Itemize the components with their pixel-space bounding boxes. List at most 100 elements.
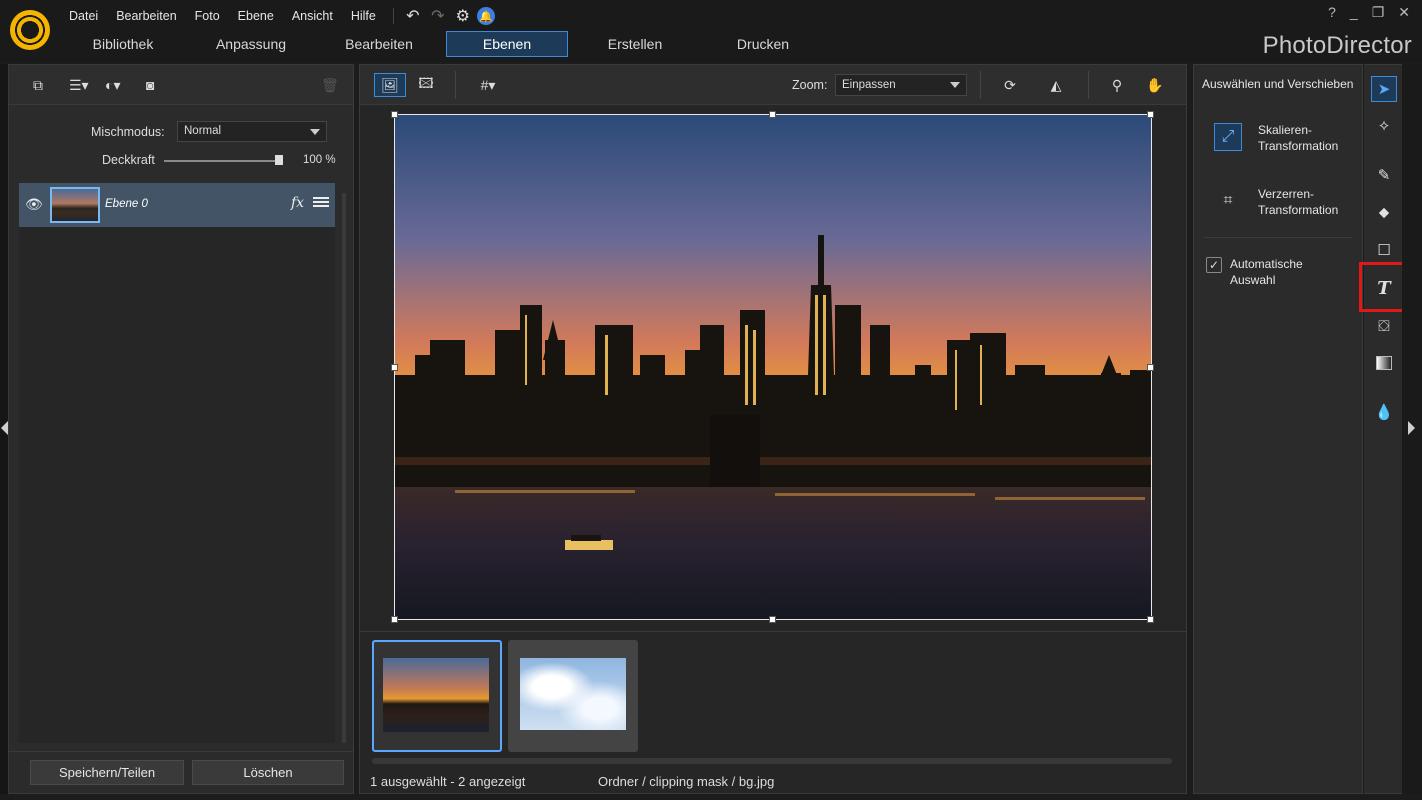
layer-menu-icon[interactable]: ☰▾ [69,76,89,94]
add-layer-icon[interactable]: ⧉ [33,76,43,94]
transform-handle[interactable] [1147,616,1154,623]
tab-anpassung[interactable]: Anpassung [190,31,312,57]
chevron-down-icon [950,82,960,88]
opacity-label: Deckkraft [102,153,155,167]
chevron-right-icon [1408,421,1415,435]
filmstrip-scrollbar[interactable] [372,758,1172,764]
trash-icon[interactable]: 🗑 [321,76,339,94]
transform-handle[interactable] [769,616,776,623]
adjustment-layer-icon[interactable]: ◐▾ [105,76,120,94]
opacity-slider-track[interactable] [164,160,281,162]
help-button[interactable]: ? [1328,4,1336,21]
zoom-label: Zoom: [792,78,828,92]
delete-button[interactable]: Löschen [192,760,344,785]
scale-transform-option[interactable]: ⤢ Skalieren- Transformation [1214,117,1354,157]
pen-icon[interactable]: ✎ [1371,162,1397,188]
layer-list: 👁 Ebene 0 fx [19,183,335,743]
module-tabs: Bibliothek Anpassung Bearbeiten Ebenen E… [62,31,830,57]
menu-bearbeiten[interactable]: Bearbeiten [107,9,185,23]
rectangle-icon[interactable]: ☐ [1371,237,1397,263]
slider-line [313,197,329,199]
tab-drucken[interactable]: Drucken [702,31,824,57]
status-bar: 1 ausgewählt - 2 angezeigt Ordner / clip… [360,771,1186,793]
toolbar-divider [1088,71,1089,99]
menu-hilfe[interactable]: Hilfe [342,9,385,23]
panel-divider [1204,237,1352,238]
eraser-icon[interactable]: ⬥ [1371,199,1397,225]
brush-stamp-icon[interactable]: ✧ [1371,113,1397,139]
grid-icon[interactable]: #▾ [468,73,508,97]
minimize-button[interactable]: _ [1350,4,1358,21]
selection-count: 1 ausgewählt - 2 angezeigt [370,774,526,789]
single-view-icon[interactable]: 🖼 [374,73,406,97]
app-logo-icon [10,10,50,50]
transform-handle[interactable] [1147,111,1154,118]
arrow-pointer-icon[interactable]: ➤ [1371,76,1397,102]
rotate-icon[interactable]: ⟳ [992,73,1028,97]
droplet-icon[interactable]: 💧 [1371,399,1397,425]
window-controls: ? _ ❐ ✕ [1328,4,1410,21]
tab-bibliothek[interactable]: Bibliothek [62,31,184,57]
gradient-icon[interactable] [1371,350,1397,376]
blend-mode-select[interactable]: Normal [177,121,327,142]
zoom-magnifier-icon[interactable]: ⚲ [1100,73,1134,97]
auto-select-label[interactable]: Automatische Auswahl [1230,256,1303,288]
fx-effects-icon[interactable]: fx [291,195,304,211]
paint-bucket-icon[interactable]: ⛋ [1371,313,1397,339]
tool-options-panel: Auswählen und Verschieben ⤢ Skalieren- T… [1193,64,1363,794]
menu-foto[interactable]: Foto [186,9,229,23]
layer-name[interactable]: Ebene 0 [105,198,148,210]
zoom-select[interactable]: Einpassen [835,74,967,96]
layer-settings-sliders-icon[interactable] [313,195,329,211]
left-panel-collapse-handle[interactable] [0,64,8,794]
layer-mask-icon[interactable]: ◙ [146,76,154,94]
auto-select-line1: Automatische [1230,257,1303,271]
maximize-button[interactable]: ❐ [1372,4,1385,21]
photo-canvas[interactable] [394,114,1152,620]
distort-transform-line2: Transformation [1258,203,1339,217]
layers-panel: ⧉ ☰▾ ◐▾ ◙ 🗑 Mischmodus: Normal Deckkraft… [8,64,354,794]
distort-transform-icon[interactable]: ⌗ [1214,187,1242,215]
layer-list-scrollbar[interactable] [342,193,346,743]
eye-visibility-icon[interactable]: 👁 [25,196,43,213]
transform-handle[interactable] [391,616,398,623]
film-item-skyline[interactable] [372,640,502,752]
compare-view-icon[interactable]: 🖾 [410,73,442,97]
undo-icon[interactable]: ↶ [402,6,424,26]
menu-ansicht[interactable]: Ansicht [283,9,342,23]
chevron-down-icon [310,129,320,135]
distort-transform-line1: Verzerren- [1258,187,1315,201]
toolbar-divider [980,71,981,99]
close-button[interactable]: ✕ [1398,4,1410,21]
layer-row[interactable]: 👁 Ebene 0 fx [19,183,335,227]
menu-datei[interactable]: Datei [60,9,107,23]
scale-transform-label: Skalieren- Transformation [1258,122,1338,154]
tab-bearbeiten[interactable]: Bearbeiten [318,31,440,57]
settings-gear-icon[interactable]: ⚙ [452,6,474,26]
redo-icon[interactable]: ↷ [427,6,449,26]
transform-handle[interactable] [1147,364,1154,371]
layers-footer: Speichern/Teilen Löschen [9,751,353,793]
layer-thumbnail[interactable] [50,187,100,223]
scale-transform-icon[interactable]: ⤢ [1214,123,1242,151]
opacity-value: 100 % [303,154,336,166]
tab-ebenen[interactable]: Ebenen [446,31,568,57]
auto-select-checkbox[interactable]: ✓ [1206,257,1222,273]
opacity-slider-handle[interactable] [275,155,283,165]
notification-bell-icon[interactable]: 🔔 [476,7,495,25]
menu-ebene[interactable]: Ebene [229,9,283,23]
right-panel-collapse-handle[interactable] [1402,64,1422,794]
app-title: PhotoDirector [1262,32,1412,59]
toolbar-divider [455,71,456,99]
transform-handle[interactable] [391,364,398,371]
menu-divider [392,8,394,24]
save-share-button[interactable]: Speichern/Teilen [30,760,184,785]
transform-handle[interactable] [769,111,776,118]
tab-erstellen[interactable]: Erstellen [574,31,696,57]
flip-icon[interactable]: ◭ [1038,73,1074,97]
hand-pan-icon[interactable]: ✋ [1138,73,1172,97]
canvas-area[interactable] [360,106,1186,630]
transform-handle[interactable] [391,111,398,118]
distort-transform-option[interactable]: ⌗ Verzerren- Transformation [1214,181,1354,221]
film-item-clouds[interactable] [508,640,638,752]
